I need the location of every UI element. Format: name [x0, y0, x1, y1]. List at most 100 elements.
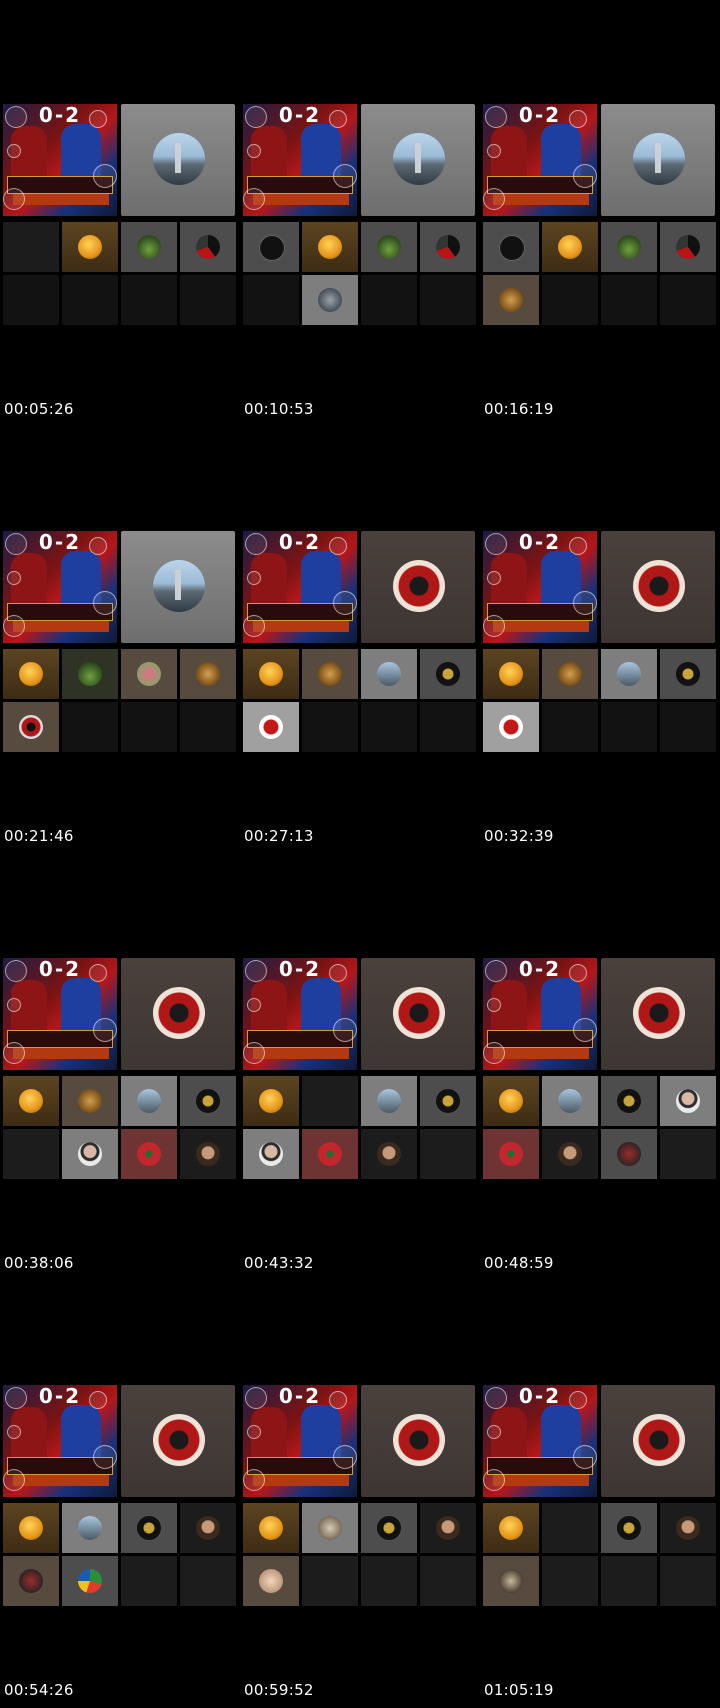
- guest-slot[interactable]: [483, 222, 539, 272]
- empty-guest-slot[interactable]: [542, 1556, 598, 1606]
- empty-guest-slot[interactable]: [243, 275, 299, 325]
- empty-guest-slot[interactable]: [601, 1556, 657, 1606]
- thumbnail-frame[interactable]: 0-2 00:54:26: [0, 1281, 236, 1708]
- guest-slot[interactable]: [243, 702, 299, 752]
- empty-guest-slot[interactable]: [420, 275, 476, 325]
- guest-slot[interactable]: [3, 1503, 59, 1553]
- guest-slot[interactable]: [361, 1076, 417, 1126]
- empty-guest-slot[interactable]: [420, 702, 476, 752]
- guest-slot[interactable]: [121, 1076, 177, 1126]
- guest-slot[interactable]: [483, 649, 539, 699]
- host-tile[interactable]: [121, 1385, 235, 1497]
- guest-slot[interactable]: [601, 1076, 657, 1126]
- guest-slot[interactable]: [180, 649, 236, 699]
- guest-slot[interactable]: [121, 1129, 177, 1179]
- thumbnail-frame[interactable]: 0-2 00:05:26: [0, 0, 236, 427]
- guest-slot[interactable]: [243, 649, 299, 699]
- empty-guest-slot[interactable]: [542, 702, 598, 752]
- guest-slot[interactable]: [660, 1076, 716, 1126]
- empty-guest-slot[interactable]: [660, 275, 716, 325]
- empty-guest-slot[interactable]: [121, 1556, 177, 1606]
- thumbnail-frame[interactable]: 0-2 00:48:59: [480, 854, 716, 1281]
- empty-guest-slot[interactable]: [601, 275, 657, 325]
- guest-slot[interactable]: [180, 1129, 236, 1179]
- thumbnail-frame[interactable]: 0-2 00:32:39: [480, 427, 716, 854]
- empty-guest-slot[interactable]: [62, 275, 118, 325]
- empty-guest-slot[interactable]: [361, 1556, 417, 1606]
- guest-slot[interactable]: [483, 275, 539, 325]
- empty-guest-slot[interactable]: [62, 702, 118, 752]
- empty-guest-slot[interactable]: [302, 702, 358, 752]
- host-tile[interactable]: [361, 958, 475, 1070]
- guest-slot[interactable]: [601, 1129, 657, 1179]
- guest-slot[interactable]: [3, 702, 59, 752]
- guest-slot[interactable]: [302, 275, 358, 325]
- guest-slot[interactable]: [3, 1076, 59, 1126]
- guest-slot[interactable]: [361, 649, 417, 699]
- guest-slot[interactable]: [302, 649, 358, 699]
- guest-slot[interactable]: [62, 1076, 118, 1126]
- empty-guest-slot[interactable]: [302, 1076, 358, 1126]
- guest-slot[interactable]: [483, 1503, 539, 1553]
- empty-guest-slot[interactable]: [121, 275, 177, 325]
- guest-slot[interactable]: [62, 1556, 118, 1606]
- guest-slot[interactable]: [3, 649, 59, 699]
- empty-guest-slot[interactable]: [180, 275, 236, 325]
- thumbnail-frame[interactable]: 0-2 01:05:19: [480, 1281, 716, 1708]
- guest-slot[interactable]: [420, 649, 476, 699]
- empty-guest-slot[interactable]: [601, 702, 657, 752]
- host-tile[interactable]: [361, 531, 475, 643]
- empty-guest-slot[interactable]: [542, 1503, 598, 1553]
- guest-slot[interactable]: [121, 1503, 177, 1553]
- empty-guest-slot[interactable]: [542, 275, 598, 325]
- guest-slot[interactable]: [601, 222, 657, 272]
- guest-slot[interactable]: [483, 1129, 539, 1179]
- thumbnail-frame[interactable]: 0-2 00:16:19: [480, 0, 716, 427]
- guest-slot[interactable]: [62, 649, 118, 699]
- guest-slot[interactable]: [180, 1503, 236, 1553]
- host-tile[interactable]: [601, 104, 715, 216]
- thumbnail-frame[interactable]: 0-2 00:43:32: [240, 854, 476, 1281]
- guest-slot[interactable]: [62, 1503, 118, 1553]
- host-tile[interactable]: [361, 1385, 475, 1497]
- guest-slot[interactable]: [660, 222, 716, 272]
- guest-slot[interactable]: [302, 1129, 358, 1179]
- empty-guest-slot[interactable]: [361, 275, 417, 325]
- empty-guest-slot[interactable]: [660, 1556, 716, 1606]
- thumbnail-frame[interactable]: 0-2 00:10:53: [240, 0, 476, 427]
- thumbnail-frame[interactable]: 0-2 00:27:13: [240, 427, 476, 854]
- guest-slot[interactable]: [62, 1129, 118, 1179]
- guest-slot[interactable]: [420, 1076, 476, 1126]
- empty-guest-slot[interactable]: [180, 702, 236, 752]
- guest-slot[interactable]: [243, 1129, 299, 1179]
- guest-slot[interactable]: [243, 1503, 299, 1553]
- thumbnail-frame[interactable]: 0-2 00:59:52: [240, 1281, 476, 1708]
- empty-guest-slot[interactable]: [660, 702, 716, 752]
- host-tile[interactable]: [361, 104, 475, 216]
- guest-slot[interactable]: [3, 1556, 59, 1606]
- guest-slot[interactable]: [243, 222, 299, 272]
- guest-slot[interactable]: [542, 1129, 598, 1179]
- guest-slot[interactable]: [542, 1076, 598, 1126]
- empty-guest-slot[interactable]: [121, 702, 177, 752]
- empty-guest-slot[interactable]: [3, 1129, 59, 1179]
- guest-slot[interactable]: [660, 649, 716, 699]
- host-tile[interactable]: [121, 531, 235, 643]
- host-tile[interactable]: [601, 958, 715, 1070]
- empty-guest-slot[interactable]: [361, 702, 417, 752]
- guest-slot[interactable]: [361, 222, 417, 272]
- guest-slot[interactable]: [660, 1503, 716, 1553]
- guest-slot[interactable]: [243, 1076, 299, 1126]
- guest-slot[interactable]: [302, 222, 358, 272]
- guest-slot[interactable]: [243, 1556, 299, 1606]
- guest-slot[interactable]: [180, 1076, 236, 1126]
- host-tile[interactable]: [121, 104, 235, 216]
- guest-slot[interactable]: [483, 1556, 539, 1606]
- host-tile[interactable]: [601, 1385, 715, 1497]
- guest-slot[interactable]: [601, 649, 657, 699]
- empty-guest-slot[interactable]: [660, 1129, 716, 1179]
- empty-guest-slot[interactable]: [3, 222, 59, 272]
- guest-slot[interactable]: [542, 222, 598, 272]
- empty-guest-slot[interactable]: [420, 1556, 476, 1606]
- guest-slot[interactable]: [302, 1503, 358, 1553]
